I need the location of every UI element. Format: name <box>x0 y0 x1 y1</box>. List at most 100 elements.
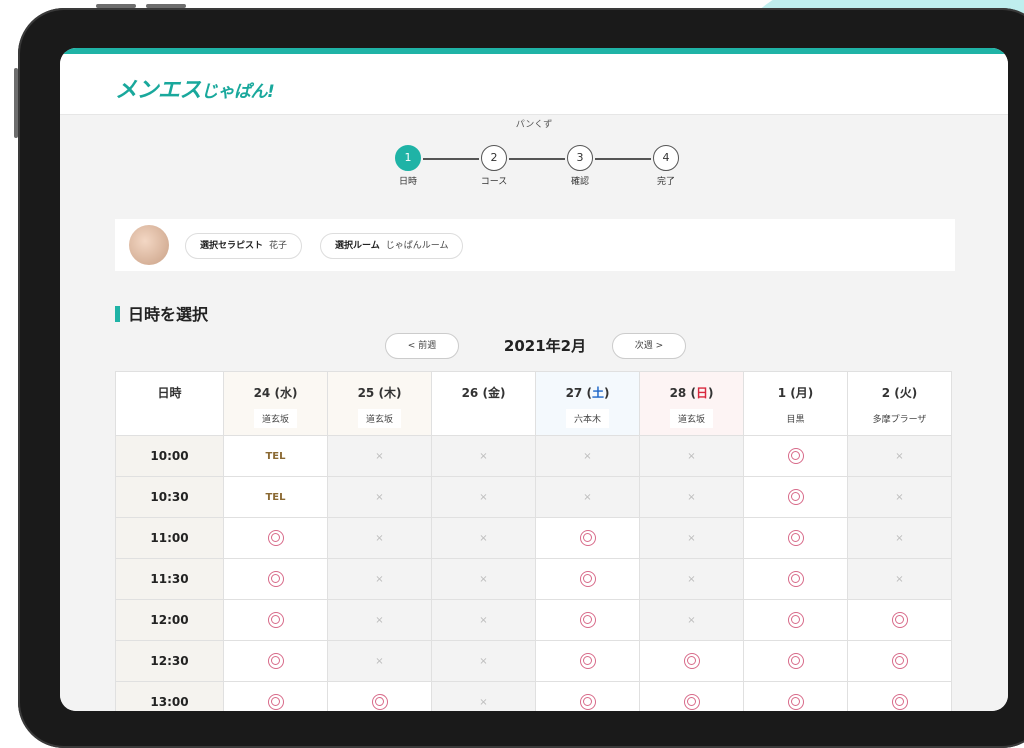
day-date: 27 (土) <box>565 386 610 400</box>
slot-unavailable: × <box>431 476 536 518</box>
time-row: 11:30 × × × × <box>115 558 952 600</box>
available-mark-icon[interactable] <box>267 653 284 669</box>
time-label: 12:00 <box>115 599 224 641</box>
slot-available[interactable] <box>743 681 848 711</box>
day-date: 2 (火) <box>881 386 918 400</box>
slot-available[interactable] <box>535 558 640 600</box>
day-date: 26 (金) <box>461 386 506 400</box>
available-mark-icon[interactable] <box>683 653 700 669</box>
slot-available[interactable] <box>223 517 328 559</box>
available-mark-icon[interactable] <box>579 571 596 587</box>
slot-tel[interactable]: TEL <box>223 435 328 477</box>
available-mark-icon[interactable] <box>267 530 284 546</box>
available-mark-icon[interactable] <box>579 530 596 546</box>
slot-available[interactable] <box>223 640 328 682</box>
available-mark-icon[interactable] <box>787 653 804 669</box>
available-mark-icon[interactable] <box>787 694 804 710</box>
available-mark-icon[interactable] <box>267 694 284 710</box>
available-mark-icon[interactable] <box>787 571 804 587</box>
slot-unavailable: × <box>847 435 952 477</box>
slot-unavailable: × <box>639 599 744 641</box>
slot-available[interactable] <box>743 640 848 682</box>
time-label: 10:30 <box>115 476 224 518</box>
slot-available[interactable] <box>743 558 848 600</box>
slot-available[interactable] <box>535 640 640 682</box>
available-mark-icon[interactable] <box>891 653 908 669</box>
day-header: 24 (水) 道玄坂 <box>223 371 328 436</box>
step-number: 3 <box>567 145 593 171</box>
available-mark-icon[interactable] <box>579 653 596 669</box>
slot-unavailable: × <box>431 599 536 641</box>
day-location-tag: 道玄坂 <box>253 409 297 428</box>
day-header: 25 (木) 道玄坂 <box>327 371 432 436</box>
day-header: 28 (日) 道玄坂 <box>639 371 744 436</box>
time-row: 11:00 × × × × <box>115 517 952 559</box>
time-label: 11:00 <box>115 517 224 559</box>
slot-available[interactable] <box>743 476 848 518</box>
available-mark-icon[interactable] <box>787 612 804 628</box>
step-4: 4 完了 <box>636 145 696 187</box>
slot-available[interactable] <box>639 640 744 682</box>
booking-calendar: 日時 24 (水) 道玄坂 25 (木) 道玄坂 26 (金) 27 (土) 六本木 28 (日… <box>115 371 952 711</box>
available-mark-icon[interactable] <box>579 612 596 628</box>
slot-available[interactable] <box>743 517 848 559</box>
slot-unavailable: × <box>639 435 744 477</box>
main-content: パンくず 1 日時 2 コース 3 確認 4 完了 選択セラピスト 花子 選択ルーム じゃぱんルー… <box>60 115 1008 711</box>
step-number: 1 <box>395 145 421 171</box>
step-label: 完了 <box>656 177 675 187</box>
slot-unavailable: × <box>847 558 952 600</box>
slot-unavailable: × <box>327 517 432 559</box>
slot-available[interactable] <box>847 681 952 711</box>
slot-available[interactable] <box>847 599 952 641</box>
slot-unavailable: × <box>847 517 952 559</box>
breadcrumb: パンくず <box>515 120 553 130</box>
available-mark-icon[interactable] <box>579 694 596 710</box>
step-number: 4 <box>653 145 679 171</box>
tablet-side-button <box>14 68 18 138</box>
prev-week-button[interactable]: < 前週 <box>385 333 459 359</box>
slot-available[interactable] <box>535 517 640 559</box>
selection-summary: 選択セラピスト 花子 選択ルーム じゃぱんルーム <box>115 219 955 271</box>
slot-unavailable: × <box>535 435 640 477</box>
available-mark-icon[interactable] <box>267 571 284 587</box>
slot-available[interactable] <box>847 640 952 682</box>
slot-tel[interactable]: TEL <box>223 476 328 518</box>
step-label: コース <box>480 177 508 187</box>
available-mark-icon[interactable] <box>787 489 804 505</box>
day-date: 25 (木) <box>357 386 402 400</box>
slot-available[interactable] <box>743 435 848 477</box>
time-row: 13:00 × <box>115 681 952 711</box>
slot-unavailable: × <box>639 476 744 518</box>
available-mark-icon[interactable] <box>787 448 804 464</box>
slot-available[interactable] <box>639 681 744 711</box>
slot-available[interactable] <box>327 681 432 711</box>
time-row: 12:30 × × <box>115 640 952 682</box>
slot-available[interactable] <box>223 558 328 600</box>
available-mark-icon[interactable] <box>891 612 908 628</box>
screen: メンエスじゃぱん! パンくず 1 日時 2 コース 3 確認 4 完了 選択セラピスト 花子 選… <box>60 48 1008 711</box>
slot-unavailable: × <box>431 435 536 477</box>
next-week-button[interactable]: 次週 > <box>612 333 686 359</box>
progress-stepper: 1 日時 2 コース 3 確認 4 完了 <box>378 145 679 195</box>
day-location-tag: 道玄坂 <box>669 409 713 428</box>
available-mark-icon[interactable] <box>787 530 804 546</box>
available-mark-icon[interactable] <box>267 612 284 628</box>
available-mark-icon[interactable] <box>891 694 908 710</box>
slot-available[interactable] <box>743 599 848 641</box>
site-logo[interactable]: メンエスじゃぱん! <box>115 72 275 104</box>
slot-available[interactable] <box>223 599 328 641</box>
slot-unavailable: × <box>639 558 744 600</box>
day-date: 24 (水) <box>253 386 298 400</box>
slot-available[interactable] <box>535 599 640 641</box>
day-header: 27 (土) 六本木 <box>535 371 640 436</box>
slot-available[interactable] <box>223 681 328 711</box>
time-label: 12:30 <box>115 640 224 682</box>
step-1: 1 日時 <box>378 145 438 187</box>
day-header: 1 (月) 目黒 <box>743 371 848 436</box>
time-row: 10:00 TEL × × × × × <box>115 435 952 477</box>
available-mark-icon[interactable] <box>683 694 700 710</box>
available-mark-icon[interactable] <box>371 694 388 710</box>
site-header: メンエスじゃぱん! <box>60 54 1008 115</box>
day-date: 1 (月) <box>777 386 814 400</box>
slot-available[interactable] <box>535 681 640 711</box>
